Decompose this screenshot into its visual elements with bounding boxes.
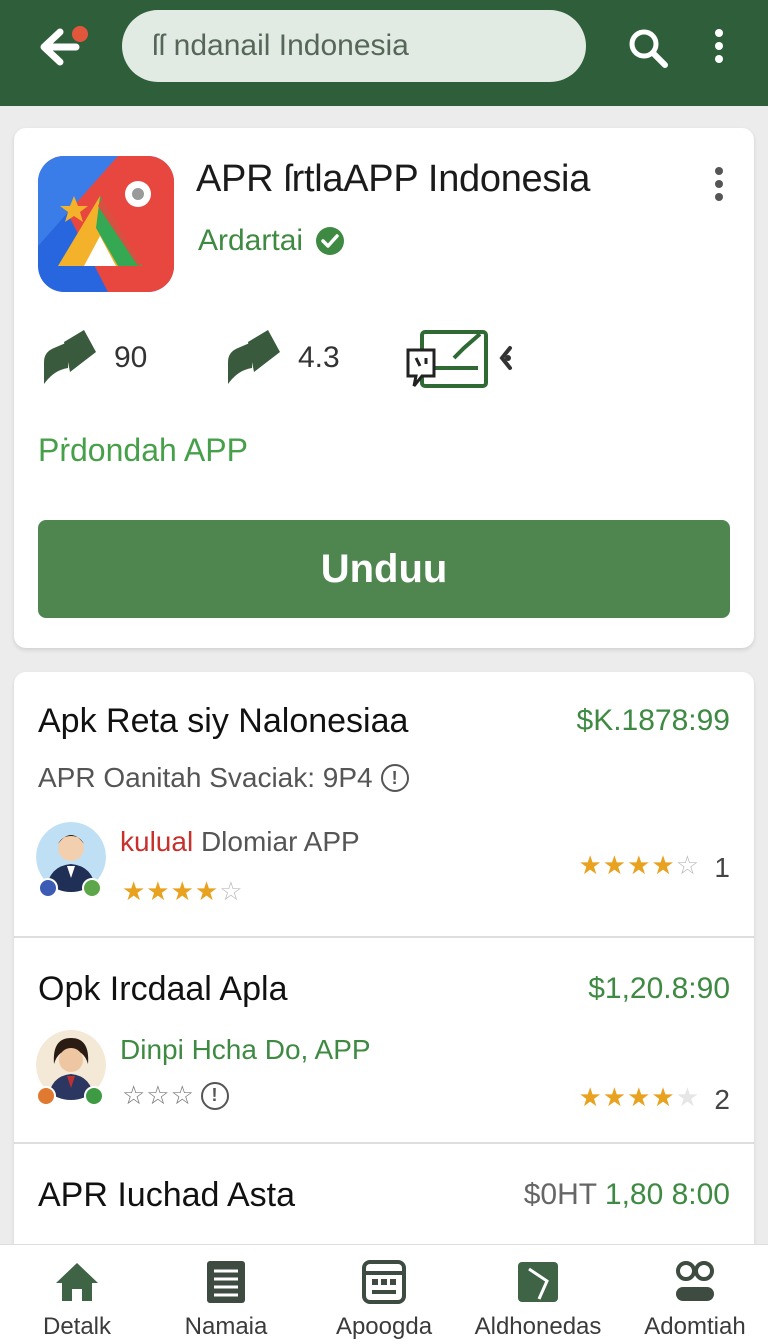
nav-item-home[interactable]: Detalk — [0, 1245, 154, 1344]
calendar-icon — [362, 1260, 406, 1304]
stat-downloads: 90 — [40, 328, 147, 388]
profile-icon — [676, 1261, 714, 1301]
notification-dot — [70, 24, 90, 44]
badge-icon — [82, 878, 102, 898]
app-more-options-button[interactable] — [704, 162, 734, 212]
bottom-navigation: Detalk Namaia Apoogda Aldhonedas Adomtia… — [0, 1244, 768, 1344]
rating-icon — [228, 330, 280, 384]
item-price-old: $0HT — [523, 1178, 597, 1211]
item-price: $0HT 1,80 8:00 — [524, 1178, 730, 1212]
developer-name[interactable]: Ardartai — [198, 224, 303, 258]
info-icon[interactable]: ! — [380, 764, 409, 792]
reviewer-prefix: kulual — [120, 826, 194, 857]
item-title: Opk Ircdaal Apla — [38, 970, 288, 1008]
item-title: APR Iuchad Asta — [38, 1176, 296, 1214]
stat-value: 4.3 — [298, 341, 340, 374]
app-details-card: APR ſrtlaAPP Indonesia Ardartai 90 4.3 P… — [14, 128, 754, 648]
verified-icon — [316, 227, 345, 255]
developer-row: Ardartai — [198, 224, 345, 258]
star-filled: ★★★★ — [578, 1082, 676, 1112]
nav-label: Apoogda — [335, 1313, 433, 1340]
app-icon — [38, 156, 174, 292]
dot-icon — [715, 42, 723, 50]
flag-badge — [38, 878, 58, 898]
stat-value: 90 — [114, 341, 148, 374]
nav-item-books[interactable]: Aldhonedas — [461, 1245, 615, 1344]
list-item[interactable]: APR Iuchad Asta $0HT 1,80 8:00 — [14, 1144, 754, 1244]
list-item[interactable]: Apk Reta siy Nalonesiaa $K.1878:99 APR O… — [14, 672, 754, 938]
overflow-menu-button[interactable] — [704, 24, 734, 72]
flag-badge — [36, 1086, 56, 1106]
item-title: Apk Reta siy Nalonesiaa — [38, 702, 409, 740]
item-subtitle: APR Oanitah Svaciak: 9P4 ! — [38, 762, 409, 794]
content-rating-icon — [406, 330, 512, 388]
reviewer-name: kulual Dlomiar APP — [120, 826, 360, 858]
rating-icon — [44, 330, 96, 384]
download-button[interactable]: Unduu — [38, 520, 730, 618]
dot-icon — [715, 55, 723, 63]
dot-icon — [715, 29, 723, 37]
reviewer-stars: ★★★★☆ — [122, 876, 244, 907]
nav-item-list[interactable]: Namaia — [149, 1245, 303, 1344]
nav-item-calendar[interactable]: Apoogda — [307, 1245, 461, 1344]
badge-icon — [84, 1086, 104, 1106]
rating-count: 2 — [714, 1084, 730, 1115]
reviewer-name: Dinpi Hcha Do, APP — [120, 1034, 371, 1065]
item-subtitle-text: APR Oanitah Svaciak: 9P4 — [38, 762, 373, 793]
search-icon — [629, 29, 668, 68]
nav-item-profile[interactable]: Adomtiah — [618, 1245, 768, 1344]
search-button[interactable] — [624, 24, 672, 72]
stat-content-rating — [404, 328, 524, 392]
rating-count: 1 — [714, 852, 730, 883]
top-app-bar: ſſ ndanail Indonesia — [0, 0, 768, 106]
item-price: $K.1878:99 — [576, 704, 730, 737]
home-icon — [56, 1263, 98, 1301]
reviewer-stars: ☆☆☆ ! — [122, 1080, 229, 1111]
rating-stars: ★★★★★ — [578, 1082, 700, 1113]
dot-icon — [715, 167, 723, 175]
dot-icon — [715, 180, 723, 188]
list-item[interactable]: Opk Ircdaal Apla $1,20.8:90 Dinpi Hcha D… — [14, 938, 754, 1144]
install-label: Pṙdondah APP — [38, 432, 248, 468]
book-icon — [518, 1262, 558, 1302]
search-input[interactable]: ſſ ndanail Indonesia — [122, 10, 586, 82]
star-half: ☆ — [675, 850, 700, 880]
app-list: Apk Reta siy Nalonesiaa $K.1878:99 APR O… — [14, 672, 754, 1244]
dot-icon — [715, 193, 723, 201]
rating-stars: ★★★★☆ — [578, 850, 700, 881]
item-price-value: 1,80 8:00 — [596, 1178, 730, 1211]
reviewer-rest: Dlomiar APP — [193, 826, 360, 857]
star-empty: ☆☆☆ — [122, 1080, 195, 1110]
nav-label: Detalk — [42, 1313, 112, 1340]
back-button[interactable] — [30, 22, 94, 72]
list-icon — [207, 1261, 245, 1303]
nav-label: Adomtiah — [644, 1313, 746, 1340]
item-price: $1,20.8:90 — [588, 972, 730, 1005]
star-filled: ★★★★ — [578, 850, 676, 880]
nav-label: Aldhonedas — [474, 1313, 602, 1340]
stat-rating: 4.3 — [224, 328, 340, 388]
info-icon[interactable]: ! — [200, 1081, 229, 1110]
nav-label: Namaia — [184, 1313, 268, 1340]
star-half: ☆ — [219, 876, 244, 906]
app-title: APR ſrtlaAPP Indonesia — [196, 158, 591, 200]
star-empty: ★ — [675, 1082, 700, 1112]
search-text: ſſ ndanail Indonesia — [152, 29, 409, 62]
star-filled: ★★★★ — [122, 876, 220, 906]
